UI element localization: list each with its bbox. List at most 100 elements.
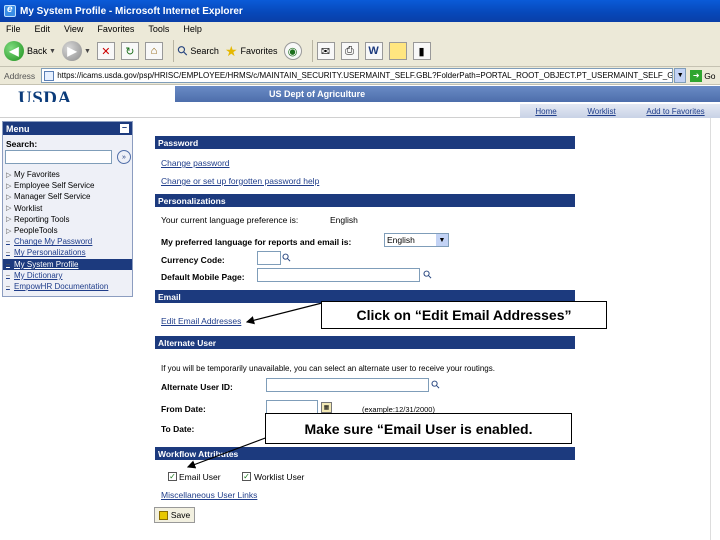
chevron-down-icon[interactable]: ▼ <box>49 48 56 55</box>
menu-title: Menu <box>6 123 30 134</box>
default-mobile-page-label: Default Mobile Page: <box>161 272 245 282</box>
save-button[interactable]: Save <box>154 507 195 523</box>
menu-item-label: EmpowHR Documentation <box>14 281 109 291</box>
alternate-user-note: If you will be temporarily unavailable, … <box>161 364 495 373</box>
preferred-language-value: English <box>387 235 415 245</box>
favorites-button[interactable]: ★ Favorites <box>225 39 278 63</box>
media-icon[interactable]: ◉ <box>283 42 302 60</box>
nav-home-link[interactable]: Home <box>535 107 556 116</box>
go-arrow-icon: ➜ <box>690 69 703 82</box>
window-title: My System Profile - Microsoft Internet E… <box>20 5 243 17</box>
menu-item[interactable]: ▷ Manager Self Service <box>3 191 132 202</box>
address-input[interactable]: https://icams.usda.gov/psp/HRISC/EMPLOYE… <box>41 68 674 83</box>
currency-code-label: Currency Code: <box>161 255 225 265</box>
nav-worklist-link[interactable]: Worklist <box>587 107 615 116</box>
save-disk-icon <box>158 510 168 520</box>
from-date-input[interactable] <box>266 400 318 414</box>
callout-email-arrow <box>245 302 323 325</box>
internet-explorer-icon <box>4 4 16 17</box>
currency-code-input[interactable] <box>257 251 281 265</box>
menu-item-label: My System Profile <box>14 259 79 269</box>
edit-email-addresses-link[interactable]: Edit Email Addresses <box>161 316 241 326</box>
email-user-checkbox[interactable]: ✓ <box>168 472 177 481</box>
menu-item[interactable]: – My Dictionary <box>3 270 132 281</box>
menu-item-label: My Personalizations <box>14 248 86 258</box>
alternate-user-id-label: Alternate User ID: <box>161 382 233 392</box>
menu-item[interactable]: – My Personalizations <box>3 247 132 258</box>
menu-item[interactable]: ▷ Employee Self Service <box>3 180 132 191</box>
edit-word-icon[interactable]: W <box>364 42 383 60</box>
menu-item-label: Employee Self Service <box>14 181 95 191</box>
research-icon[interactable]: ▮ <box>412 42 431 60</box>
scrollbar-edge[interactable] <box>710 118 720 540</box>
browser-toolbar: ◀ Back ▼ ▶ ▼ ✕ ↻ ⌂ ⚲ Search ★ Favorites … <box>0 36 720 67</box>
menu-tools[interactable]: Tools <box>148 24 169 34</box>
bullet-icon: – <box>6 282 10 290</box>
menu-item[interactable]: ▷ Reporting Tools <box>3 214 132 225</box>
back-button[interactable]: ◀ Back ▼ <box>4 39 56 63</box>
stop-icon[interactable]: ✕ <box>96 42 115 60</box>
personalizations-section-header: Personalizations <box>155 194 575 207</box>
mobile-page-lookup-icon[interactable] <box>424 269 436 281</box>
chevron-down-icon[interactable]: ▼ <box>674 68 687 83</box>
miscellaneous-user-links[interactable]: Miscellaneous User Links <box>161 490 257 500</box>
menu-item-label: My Favorites <box>14 170 60 180</box>
email-user-label: Email User <box>179 472 221 482</box>
current-language-value: English <box>330 215 358 225</box>
forward-button[interactable]: ▶ ▼ <box>61 39 91 63</box>
worklist-user-checkbox[interactable]: ✓ <box>242 472 251 481</box>
menu-favorites[interactable]: Favorites <box>97 24 134 34</box>
star-icon: ★ <box>224 42 238 59</box>
go-button[interactable]: ➜ Go <box>690 69 716 82</box>
search-button[interactable]: ⚲ Search <box>174 39 219 63</box>
expand-arrow-icon: ▷ <box>6 205 12 213</box>
favorites-label: Favorites <box>240 46 278 56</box>
chevron-down-icon[interactable]: ▼ <box>84 48 91 55</box>
expand-arrow-icon: ▷ <box>6 216 12 224</box>
worklist-user-label: Worklist User <box>254 472 305 482</box>
alternate-user-id-input[interactable] <box>266 378 429 392</box>
menu-help[interactable]: Help <box>183 24 202 34</box>
calendar-icon[interactable]: ▦ <box>321 402 332 413</box>
menu-edit[interactable]: Edit <box>35 24 51 34</box>
search-icon: ⚲ <box>173 41 191 60</box>
change-password-link[interactable]: Change password <box>161 158 230 168</box>
default-mobile-page-input[interactable] <box>257 268 420 282</box>
nav-add-favorites-link[interactable]: Add to Favorites <box>646 107 704 116</box>
portal-nav-links: Home Worklist Add to Favorites <box>520 104 720 118</box>
menu-item-label: Reporting Tools <box>14 214 70 224</box>
menu-search-go-icon[interactable]: » <box>117 150 131 164</box>
menu-item[interactable]: – My System Profile <box>3 258 132 270</box>
print-icon[interactable]: ⎙ <box>340 42 359 60</box>
menu-search-input[interactable] <box>5 150 112 164</box>
minimize-icon[interactable]: – <box>120 123 129 133</box>
menu-item[interactable]: ▷ PeopleTools <box>3 225 132 236</box>
search-label: Search <box>190 46 219 56</box>
menu-file[interactable]: File <box>6 24 21 34</box>
currency-lookup-icon[interactable] <box>283 252 295 264</box>
portal-banner: US Dept of Agriculture <box>175 86 720 102</box>
bullet-icon: – <box>6 260 10 268</box>
from-date-label: From Date: <box>161 404 206 414</box>
back-arrow-icon: ◀ <box>4 41 24 61</box>
menu-view[interactable]: View <box>64 24 83 34</box>
menu-item-label: Change My Password <box>14 237 93 247</box>
preferred-language-select[interactable]: English ▼ <box>384 233 449 247</box>
alternate-user-lookup-icon[interactable] <box>432 379 444 391</box>
preferred-language-label: My preferred language for reports and em… <box>161 237 352 247</box>
home-icon[interactable]: ⌂ <box>144 42 163 60</box>
forward-arrow-icon: ▶ <box>61 41 82 61</box>
callout-edit-email: Click on “Edit Email Addresses” <box>321 301 607 329</box>
refresh-icon[interactable]: ↻ <box>120 42 139 60</box>
menu-item-label: PeopleTools <box>14 226 58 236</box>
menu-item[interactable]: ▷ My Favorites <box>3 169 132 180</box>
menu-item[interactable]: – Change My Password <box>3 236 132 247</box>
chevron-down-icon: ▼ <box>436 234 448 246</box>
forgotten-password-help-link[interactable]: Change or set up forgotten password help <box>161 176 319 186</box>
menu-header: Menu – <box>3 122 132 135</box>
expand-arrow-icon: ▷ <box>6 182 12 190</box>
menu-item[interactable]: – EmpowHR Documentation <box>3 281 132 292</box>
mail-icon[interactable]: ✉ <box>316 42 335 60</box>
discuss-icon[interactable] <box>388 42 407 60</box>
menu-item[interactable]: ▷ Worklist <box>3 203 132 214</box>
